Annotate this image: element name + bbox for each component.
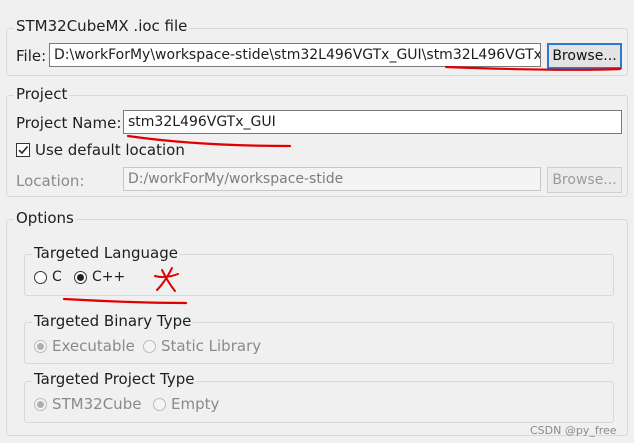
use-default-location-label[interactable]: Use default location <box>35 141 185 159</box>
project-name-input[interactable]: stm32L496VGTx_GUI <box>123 110 622 134</box>
project-type-stm32cube-radio <box>34 398 47 411</box>
project-type-stm32cube-label: STM32Cube <box>52 395 142 413</box>
checkmark-icon <box>18 145 29 155</box>
binary-static-library-radio <box>143 340 156 353</box>
location-label: Location: <box>16 172 85 190</box>
project-group-title: Project <box>14 85 70 103</box>
location-input: D:/workForMy/workspace-stide <box>123 167 541 191</box>
language-c-radio[interactable] <box>34 271 47 284</box>
language-group-title: Targeted Language <box>32 244 180 262</box>
options-group-title: Options <box>14 209 76 227</box>
use-default-location-checkbox[interactable] <box>16 143 30 157</box>
language-cpp-radio[interactable] <box>74 271 87 284</box>
project-type-empty-radio <box>153 398 166 411</box>
location-browse-button: Browse... <box>547 167 622 193</box>
watermark: CSDN @py_free <box>530 424 617 437</box>
binary-executable-radio <box>34 340 47 353</box>
file-path-input[interactable]: D:\workForMy\workspace-stide\stm32L496VG… <box>49 43 541 67</box>
binary-executable-label: Executable <box>52 337 135 355</box>
binary-type-group-title: Targeted Binary Type <box>32 312 194 330</box>
project-name-label: Project Name: <box>16 114 122 132</box>
binary-static-library-label: Static Library <box>161 337 262 355</box>
project-type-group-title: Targeted Project Type <box>32 370 197 388</box>
ioc-browse-button[interactable]: Browse... <box>547 43 622 69</box>
language-c-label[interactable]: C <box>52 269 62 285</box>
project-type-empty-label: Empty <box>171 395 220 413</box>
ioc-file-group-title: STM32CubeMX .ioc file <box>14 17 190 35</box>
language-cpp-label[interactable]: C++ <box>92 269 125 285</box>
file-label: File: <box>16 47 47 65</box>
